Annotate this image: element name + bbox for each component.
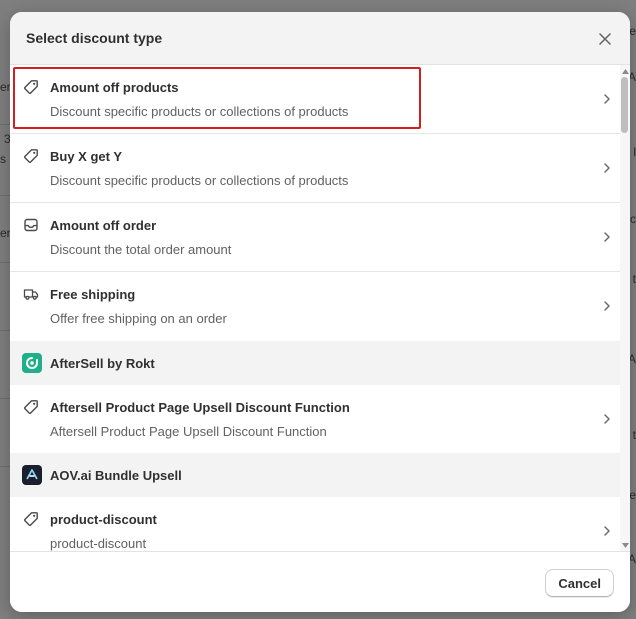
background-text: c xyxy=(630,212,636,226)
discount-option-title: Free shipping xyxy=(50,287,136,302)
discount-option-amount-off-products[interactable]: Amount off products Discount specific pr… xyxy=(10,65,620,134)
aftersell-logo-icon xyxy=(22,353,42,373)
highlight-box xyxy=(13,67,421,129)
aftersell-logo-mark xyxy=(26,357,38,369)
close-button[interactable] xyxy=(594,28,616,50)
modal-title: Select discount type xyxy=(26,30,163,46)
select-discount-modal: Select discount type Amount off products… xyxy=(10,12,630,612)
discount-option-description: Discount the total order amount xyxy=(50,242,232,257)
tag-icon xyxy=(24,512,38,526)
background-text: t xyxy=(632,428,636,442)
chevron-right-icon xyxy=(604,526,610,536)
discount-type-list[interactable]: Amount off products Discount specific pr… xyxy=(10,65,630,551)
tag-icon xyxy=(24,400,38,414)
background-text: t xyxy=(632,272,636,286)
discount-option-product-discount[interactable]: product-discount product-discount xyxy=(10,497,620,551)
chevron-right-icon xyxy=(604,232,610,242)
scrollbar[interactable] xyxy=(620,65,630,551)
discount-option-description: Discount specific products or collection… xyxy=(50,173,349,188)
scrollbar-thumb[interactable] xyxy=(621,77,628,133)
app-group-header-aov-ai: AOV.ai Bundle Upsell xyxy=(10,453,620,497)
discount-option-description: Discount specific products or collection… xyxy=(50,104,349,119)
aov-ai-logo-mark xyxy=(26,469,38,480)
background-text: s xyxy=(0,152,6,166)
chevron-right-icon xyxy=(604,94,610,104)
tag-icon xyxy=(24,80,38,94)
discount-option-title: Amount off order xyxy=(50,218,157,233)
discount-option-buy-x-get-y[interactable]: Buy X get Y Discount specific products o… xyxy=(10,134,620,203)
discount-option-aftersell-upsell[interactable]: Aftersell Product Page Upsell Discount F… xyxy=(10,385,620,453)
discount-option-title: product-discount xyxy=(50,512,157,527)
aov-ai-logo-icon xyxy=(22,465,42,485)
discount-option-title: Amount off products xyxy=(50,80,179,95)
truck-icon xyxy=(23,289,39,300)
app-group-header-aftersell: AfterSell by Rokt xyxy=(10,341,620,385)
discount-option-amount-off-order[interactable]: Amount off order Discount the total orde… xyxy=(10,203,620,272)
background-text: e xyxy=(629,24,636,38)
tag-icon xyxy=(24,149,38,163)
scroll-up-arrow-icon[interactable] xyxy=(621,67,629,75)
chevron-right-icon xyxy=(604,163,610,173)
cancel-button[interactable]: Cancel xyxy=(545,569,614,597)
app-group-title: AfterSell by Rokt xyxy=(50,355,155,371)
discount-option-title: Buy X get Y xyxy=(50,149,123,164)
inbox-icon xyxy=(24,218,38,232)
background-text: e xyxy=(629,488,636,502)
discount-option-description: Offer free shipping on an order xyxy=(50,311,227,326)
modal-footer: Cancel xyxy=(10,551,630,612)
close-icon xyxy=(599,33,611,45)
discount-option-free-shipping[interactable]: Free shipping Offer free shipping on an … xyxy=(10,272,620,341)
chevron-right-icon xyxy=(604,414,610,424)
scroll-down-arrow-icon[interactable] xyxy=(621,541,629,549)
chevron-right-icon xyxy=(604,301,610,311)
discount-option-description: Aftersell Product Page Upsell Discount F… xyxy=(50,424,327,439)
discount-option-title: Aftersell Product Page Upsell Discount F… xyxy=(50,400,350,415)
discount-option-description: product-discount xyxy=(50,536,147,551)
modal-header: Select discount type xyxy=(10,12,630,65)
app-group-title: AOV.ai Bundle Upsell xyxy=(50,467,182,483)
